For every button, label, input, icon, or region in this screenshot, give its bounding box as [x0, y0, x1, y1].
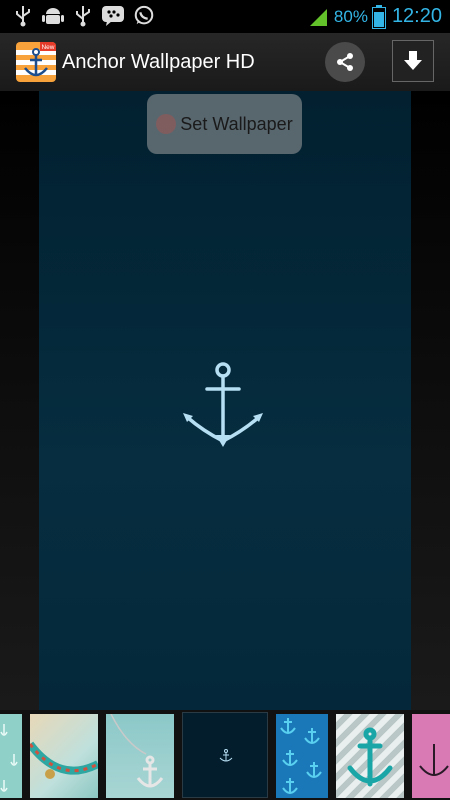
- thumb-blue-anchor-pattern[interactable]: [276, 714, 328, 798]
- wallpaper-preview-area: Set Wallpaper: [0, 91, 450, 710]
- anchor-icon: [183, 362, 263, 447]
- clock: 12:20: [391, 5, 442, 27]
- action-bar: New Anchor Wallpaper HD: [0, 33, 450, 91]
- share-button[interactable]: [325, 42, 365, 82]
- thumb-beaded-bracelet[interactable]: [30, 714, 98, 798]
- download-icon: [404, 51, 422, 70]
- svg-text:New: New: [41, 44, 54, 51]
- share-icon: [337, 53, 353, 71]
- thumb-anchor-necklace[interactable]: [106, 714, 174, 798]
- anchor-app-icon: New: [16, 42, 56, 82]
- status-bar: 80% 12:20: [0, 0, 450, 33]
- app-title: Anchor Wallpaper HD: [62, 51, 255, 73]
- set-wallpaper-icon: [156, 114, 177, 134]
- set-wallpaper-label: Set Wallpaper: [180, 113, 293, 134]
- battery-percent: 80%: [333, 6, 368, 26]
- thumb-pink-anchor[interactable]: [412, 714, 450, 798]
- thumbnail-gallery: [0, 710, 450, 800]
- thumb-teal-anchors[interactable]: [0, 714, 22, 798]
- download-button[interactable]: [392, 40, 434, 82]
- app-icon[interactable]: New: [16, 42, 56, 82]
- set-wallpaper-button[interactable]: Set Wallpaper: [147, 94, 302, 154]
- android-debug-icon: [42, 8, 64, 24]
- whatsapp-icon: [134, 5, 154, 25]
- signal-icon: [309, 8, 327, 26]
- usb-icon: [76, 6, 90, 27]
- thumb-chevron-anchor[interactable]: [336, 714, 404, 798]
- usb-icon: [16, 6, 30, 27]
- battery-icon: [371, 4, 386, 29]
- thumb-dark-anchor-selected[interactable]: [182, 712, 268, 798]
- wallpaper-preview[interactable]: Set Wallpaper: [39, 91, 411, 710]
- bbm-icon: [102, 6, 124, 26]
